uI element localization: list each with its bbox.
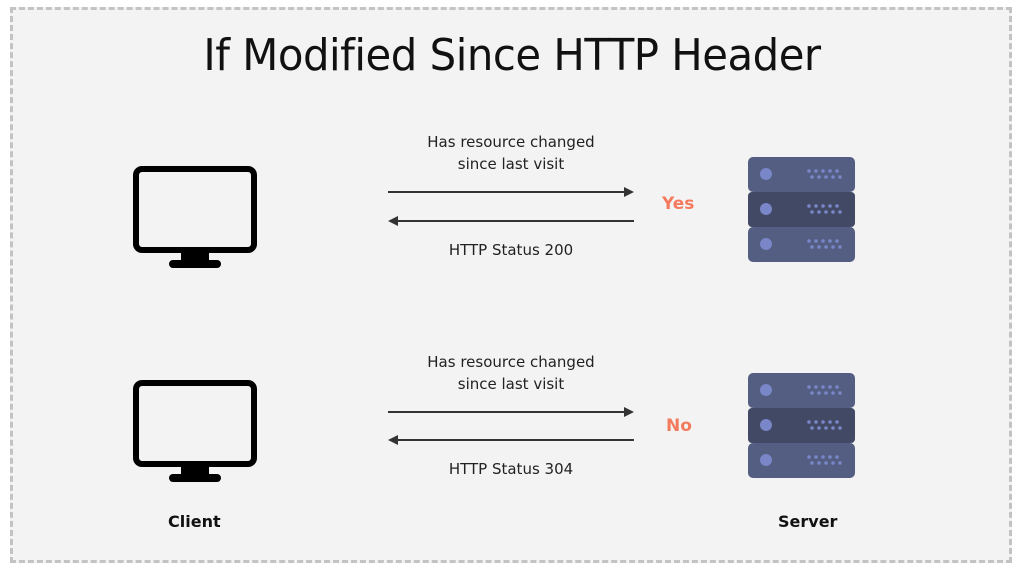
request-label-line1: Has resource changed	[427, 353, 595, 371]
response-arrow	[388, 216, 634, 226]
request-label-line2: since last visit	[457, 155, 565, 173]
server-rack-icon	[748, 157, 855, 262]
request-label-line1: Has resource changed	[427, 133, 595, 151]
request-label-line2: since last visit	[457, 375, 565, 393]
server-rack-icon	[748, 373, 855, 478]
client-label: Client	[168, 512, 221, 531]
server-label: Server	[778, 512, 838, 531]
monitor-icon	[133, 166, 257, 268]
diagram-title: If Modified Since HTTP Header	[203, 30, 821, 81]
request-arrow	[388, 407, 634, 417]
response-arrow	[388, 435, 634, 445]
request-label: Has resource changed since last visit	[400, 351, 622, 395]
request-label: Has resource changed since last visit	[400, 131, 622, 175]
monitor-icon	[133, 380, 257, 482]
answer-yes: Yes	[662, 194, 695, 214]
answer-no: No	[666, 416, 692, 436]
response-label: HTTP Status 200	[448, 241, 574, 259]
response-label: HTTP Status 304	[448, 460, 574, 478]
request-arrow	[388, 187, 634, 197]
